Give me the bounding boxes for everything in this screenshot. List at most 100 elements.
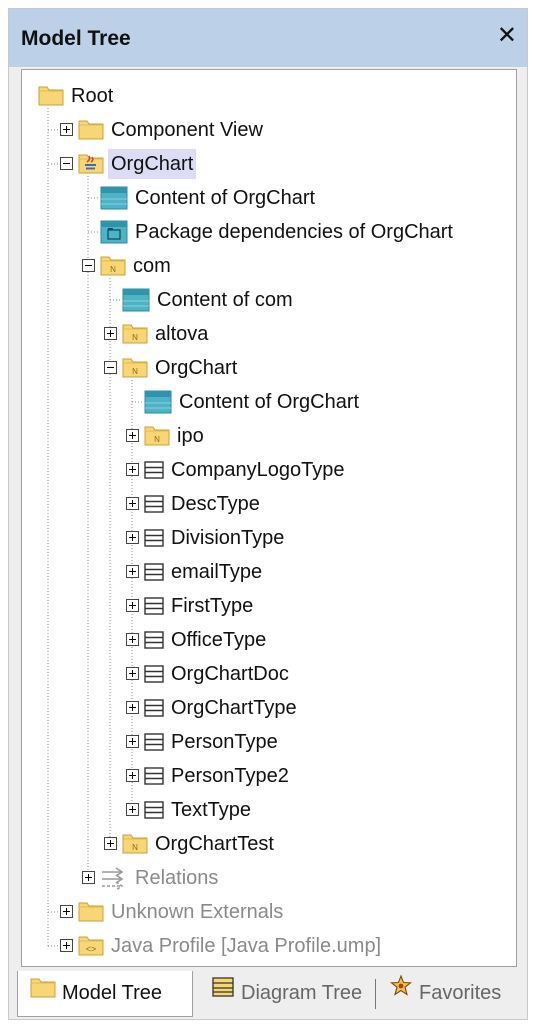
tree-item-content-of-orgchart[interactable]: Content of OrgChart xyxy=(22,183,512,213)
java-folder-icon xyxy=(78,152,104,174)
tree-item-label: Relations xyxy=(135,867,219,889)
class-icon xyxy=(144,596,164,616)
expand-icon[interactable] xyxy=(60,905,73,918)
tree-item-relations[interactable]: Relations xyxy=(22,863,512,893)
tree-item-firsttype[interactable]: FirstType xyxy=(22,591,512,621)
tree-item-orgcharttype[interactable]: OrgChartType xyxy=(22,693,512,723)
tree-item-orgchartdoc[interactable]: OrgChartDoc xyxy=(22,659,512,689)
tree-item-label: DescType xyxy=(171,493,260,515)
tab-model-tree[interactable]: Model Tree xyxy=(17,971,193,1017)
tab-label: Diagram Tree xyxy=(241,982,363,1004)
tab-favorites[interactable]: Favorites xyxy=(381,971,527,1015)
namespace-folder-icon: N xyxy=(122,832,148,854)
expand-icon[interactable] xyxy=(126,429,139,442)
diagram-content-icon xyxy=(100,186,128,210)
class-icon xyxy=(144,562,164,582)
relations-icon xyxy=(100,866,128,892)
folder-icon xyxy=(38,84,64,106)
model-tree-window: Model Tree ✕ Root Component View OrgChar… xyxy=(8,8,528,1020)
class-icon xyxy=(144,528,164,548)
namespace-folder-icon: N xyxy=(122,356,148,378)
tree-item-label: OfficeType xyxy=(171,629,267,651)
expand-icon[interactable] xyxy=(126,735,139,748)
folder-icon xyxy=(78,118,104,140)
tree-item-label: PersonType xyxy=(171,731,278,753)
tree-item-label: Content of OrgChart xyxy=(179,391,360,413)
svg-text:N: N xyxy=(132,367,138,376)
folder-icon xyxy=(30,970,56,1014)
tree-item-content-of-com[interactable]: Content of com xyxy=(22,285,512,315)
diagram-content-icon xyxy=(144,390,172,414)
tree-item-label: OrgChartDoc xyxy=(171,663,289,685)
svg-text:N: N xyxy=(132,333,138,342)
collapse-icon[interactable] xyxy=(82,259,95,272)
tree-item-companylogotype[interactable]: CompanyLogoType xyxy=(22,455,512,485)
tree-item-label: Package dependencies of OrgChart xyxy=(135,221,453,243)
tree-item-officetype[interactable]: OfficeType xyxy=(22,625,512,655)
class-icon xyxy=(144,664,164,684)
expand-icon[interactable] xyxy=(126,599,139,612)
expand-icon[interactable] xyxy=(60,939,73,952)
tree-item-label: FirstType xyxy=(171,595,254,617)
tree-item-package-dependencies-of-orgchart[interactable]: Package dependencies of OrgChart xyxy=(22,217,512,247)
tree-item-label: DivisionType xyxy=(171,527,285,549)
tree-item-divisiontype[interactable]: DivisionType xyxy=(22,523,512,553)
tree-item-label: ipo xyxy=(177,425,204,447)
tree-item-label: Unknown Externals xyxy=(111,901,284,923)
expand-icon[interactable] xyxy=(60,123,73,136)
profile-folder-icon: <> xyxy=(78,934,104,956)
expand-icon[interactable] xyxy=(126,497,139,510)
class-icon xyxy=(144,766,164,786)
class-icon xyxy=(144,732,164,752)
namespace-folder-icon: N xyxy=(122,322,148,344)
tree-item-persontype[interactable]: PersonType xyxy=(22,727,512,757)
tree-item-texttype[interactable]: TextType xyxy=(22,795,512,825)
tree-item-persontype2[interactable]: PersonType2 xyxy=(22,761,512,791)
tree-item-java-profile-java-profile-ump[interactable]: <> Java Profile [Java Profile.ump] xyxy=(22,931,512,961)
tree-item-ipo[interactable]: Nipo xyxy=(22,421,512,451)
expand-icon[interactable] xyxy=(126,633,139,646)
expand-icon[interactable] xyxy=(126,803,139,816)
tab-diagram-tree[interactable]: Diagram Tree xyxy=(203,971,375,1015)
tree-item-orgchart[interactable]: OrgChart xyxy=(22,149,512,179)
model-tree[interactable]: Root Component View OrgChart Content of … xyxy=(21,69,517,967)
tree-item-component-view[interactable]: Component View xyxy=(22,115,512,145)
tree-item-content-of-orgchart[interactable]: Content of OrgChart xyxy=(22,387,512,417)
tree-item-emailtype[interactable]: emailType xyxy=(22,557,512,587)
expand-icon[interactable] xyxy=(126,531,139,544)
tree-item-orgcharttest[interactable]: N OrgChartTest xyxy=(22,829,512,859)
expand-icon[interactable] xyxy=(104,327,117,340)
svg-text:N: N xyxy=(154,435,160,444)
svg-text:N: N xyxy=(132,843,138,852)
tree-item-com[interactable]: Ncom xyxy=(22,251,512,281)
tree-item-label: OrgChart xyxy=(108,149,197,179)
tree-item-label: OrgChart xyxy=(155,357,238,379)
tree-item-label: com xyxy=(133,255,171,277)
expand-icon[interactable] xyxy=(126,701,139,714)
class-icon xyxy=(144,630,164,650)
tree-item-desctype[interactable]: DescType xyxy=(22,489,512,519)
tree-item-orgchart[interactable]: N OrgChart xyxy=(22,353,512,383)
tree-item-root[interactable]: Root xyxy=(22,81,512,111)
expand-icon[interactable] xyxy=(82,871,95,884)
expand-icon[interactable] xyxy=(126,667,139,680)
expand-icon[interactable] xyxy=(126,769,139,782)
tab-label: Model Tree xyxy=(62,982,163,1004)
window-titlebar: Model Tree ✕ xyxy=(9,9,527,67)
tree-item-label: altova xyxy=(155,323,209,345)
tree-item-label: Content of com xyxy=(157,289,293,311)
svg-text:N: N xyxy=(110,265,116,274)
close-icon[interactable]: ✕ xyxy=(497,24,517,48)
window-title: Model Tree xyxy=(21,27,131,50)
expand-icon[interactable] xyxy=(126,565,139,578)
collapse-icon[interactable] xyxy=(60,157,73,170)
expand-icon[interactable] xyxy=(104,837,117,850)
collapse-icon[interactable] xyxy=(104,361,117,374)
expand-icon[interactable] xyxy=(126,463,139,476)
panel-tabs: Model Tree Diagram Tree Favorites xyxy=(9,971,529,1019)
class-icon xyxy=(144,698,164,718)
tree-item-label: CompanyLogoType xyxy=(171,459,345,481)
tree-item-label: Content of OrgChart xyxy=(135,187,316,209)
tree-item-altova[interactable]: Naltova xyxy=(22,319,512,349)
tree-item-unknown-externals[interactable]: Unknown Externals xyxy=(22,897,512,927)
